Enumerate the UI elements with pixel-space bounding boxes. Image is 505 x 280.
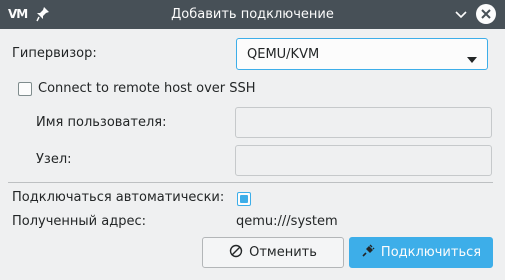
username-field[interactable] [235, 107, 492, 138]
cancel-icon [229, 244, 243, 262]
ssh-checkbox[interactable] [18, 82, 32, 96]
hypervisor-select-value: QEMU/KVM [247, 47, 320, 62]
autoconnect-checkbox[interactable] [237, 192, 251, 206]
host-field[interactable] [235, 145, 492, 176]
hypervisor-select[interactable]: QEMU/KVM [236, 38, 488, 70]
window-title: Добавить подключение [171, 7, 334, 22]
autoconnect-label: Подключаться автоматически: [12, 190, 225, 205]
connect-button-label: Подключиться [380, 245, 482, 260]
plug-icon [361, 244, 375, 262]
divider [8, 182, 493, 183]
cancel-button-label: Отменить [249, 245, 317, 260]
host-label: Узел: [36, 152, 72, 167]
connect-button[interactable]: Подключиться [349, 237, 493, 268]
close-icon [481, 9, 491, 19]
username-label: Имя пользователя: [36, 115, 167, 130]
uri-label: Полученный адрес: [12, 214, 146, 229]
close-button[interactable] [476, 4, 496, 24]
ssh-checkbox-label[interactable]: Connect to remote host over SSH [38, 81, 256, 96]
dropdown-arrow-icon [467, 52, 477, 67]
window-titlebar: VM Добавить подключение [0, 0, 505, 29]
hypervisor-label: Гипервизор: [12, 46, 97, 61]
chevron-down-icon[interactable] [454, 8, 468, 22]
uri-value: qemu:///system [236, 214, 338, 229]
cancel-button[interactable]: Отменить [202, 237, 344, 268]
